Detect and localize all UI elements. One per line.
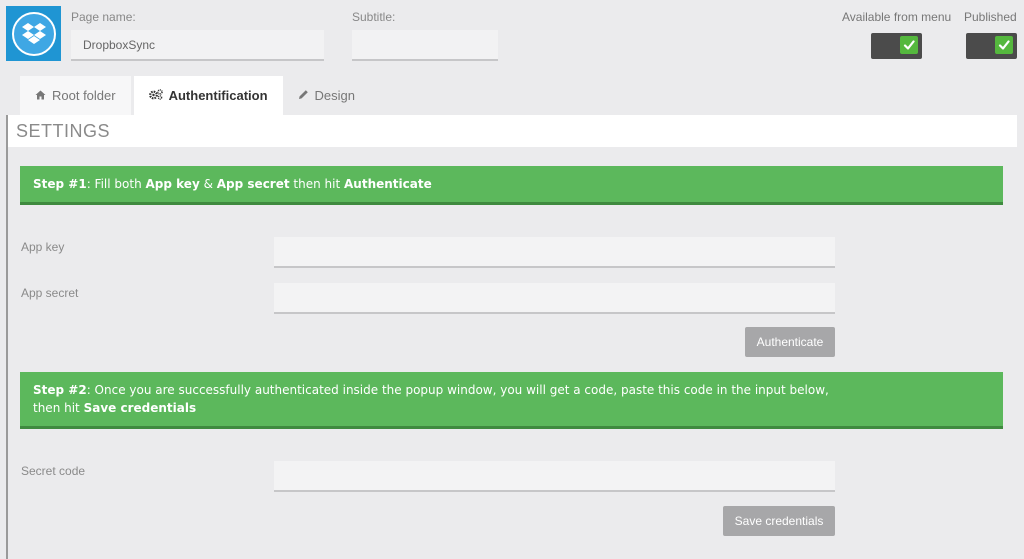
app-key-label: App key bbox=[21, 240, 65, 254]
step-2-prefix: Step #2 bbox=[33, 383, 87, 397]
step-1-text: & bbox=[199, 177, 217, 191]
tab-label: Root folder bbox=[52, 88, 116, 103]
panel-left-border bbox=[6, 115, 8, 559]
page-name-input[interactable] bbox=[71, 30, 324, 61]
dropbox-icon bbox=[11, 11, 56, 56]
step-2-banner: Step #2: Once you are successfully authe… bbox=[20, 372, 1003, 429]
secret-code-input[interactable] bbox=[274, 461, 835, 492]
step-2-save: Save credentials bbox=[83, 401, 197, 415]
step-2-text: : Once you are successfully authenticate… bbox=[86, 383, 829, 397]
page-name-label: Page name: bbox=[71, 10, 136, 24]
secret-code-label: Secret code bbox=[21, 464, 86, 478]
tab-label: Authentification bbox=[168, 88, 268, 103]
save-credentials-button[interactable]: Save credentials bbox=[723, 506, 835, 536]
step-2-text: then hit bbox=[33, 401, 84, 415]
tab-design[interactable]: Design bbox=[283, 76, 370, 115]
app-secret-label: App secret bbox=[21, 286, 79, 300]
settings-title: SETTINGS bbox=[16, 121, 111, 141]
tab-authentification[interactable]: Authentification bbox=[133, 76, 283, 115]
step-1-authenticate: Authenticate bbox=[344, 177, 432, 191]
pencil-icon bbox=[298, 88, 309, 103]
settings-tabs: Root folder Authentification Design bbox=[20, 76, 370, 115]
checkmark-icon bbox=[900, 36, 918, 54]
step-1-text: : Fill both bbox=[86, 177, 146, 191]
dropbox-app-icon bbox=[6, 6, 61, 61]
published-label: Published bbox=[964, 10, 1017, 24]
home-icon bbox=[35, 88, 46, 103]
settings-header: SETTINGS bbox=[8, 115, 1017, 147]
step-1-banner: Step #1: Fill both App key & App secret … bbox=[20, 166, 1003, 205]
subtitle-label: Subtitle: bbox=[352, 10, 396, 24]
tab-root-folder[interactable]: Root folder bbox=[20, 76, 131, 115]
authenticate-button[interactable]: Authenticate bbox=[745, 327, 835, 357]
step-1-app-secret: App secret bbox=[216, 177, 290, 191]
step-1-text: then hit bbox=[289, 177, 344, 191]
gears-icon bbox=[148, 88, 163, 103]
published-toggle[interactable] bbox=[966, 33, 1017, 59]
step-1-prefix: Step #1 bbox=[33, 177, 87, 191]
app-secret-input[interactable] bbox=[274, 283, 835, 314]
step-1-app-key: App key bbox=[145, 177, 200, 191]
checkmark-icon bbox=[995, 36, 1013, 54]
subtitle-input[interactable] bbox=[352, 30, 498, 61]
tab-label: Design bbox=[314, 88, 355, 103]
available-from-menu-toggle[interactable] bbox=[871, 33, 922, 59]
app-key-input[interactable] bbox=[274, 237, 835, 268]
available-from-menu-label: Available from menu bbox=[842, 10, 952, 24]
